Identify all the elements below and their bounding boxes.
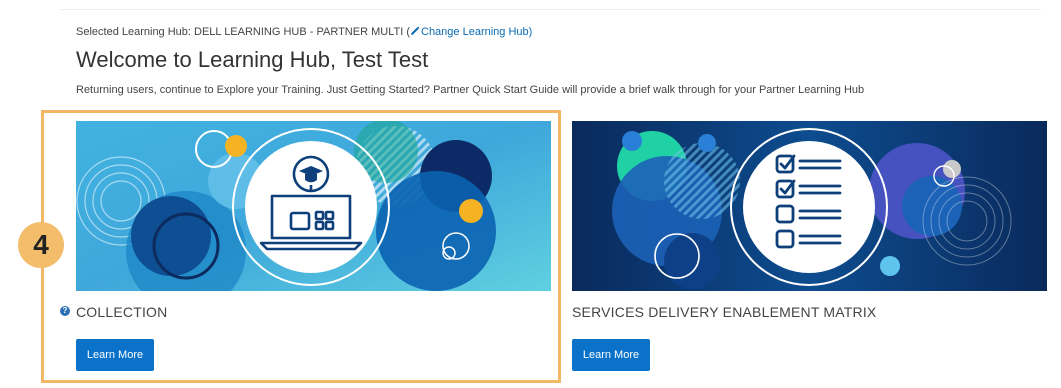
services-matrix-card: SERVICES DELIVERY ENABLEMENT MATRIX Lear… [572,121,1047,371]
selected-hub-label: Selected Learning Hub: DELL LEARNING HUB… [76,26,410,38]
page-title: Welcome to Learning Hub, Test Test [76,47,429,72]
services-matrix-banner-image[interactable] [572,121,1047,291]
card-title: SERVICES DELIVERY ENABLEMENT MATRIX [572,304,877,320]
change-hub-link[interactable]: Change Learning Hub [410,26,529,38]
selected-hub-close: ) [528,26,533,38]
step-highlight-frame [41,110,561,383]
top-divider [60,9,1041,10]
change-hub-label[interactable]: Change Learning Hub [421,26,529,38]
step-number-badge: 4 [18,222,64,268]
learn-more-button[interactable]: Learn More [572,339,650,371]
pencil-icon [411,26,420,35]
page-subtitle: Returning users, continue to Explore you… [76,84,865,96]
selected-hub-line: Selected Learning Hub: DELL LEARNING HUB… [76,26,532,38]
